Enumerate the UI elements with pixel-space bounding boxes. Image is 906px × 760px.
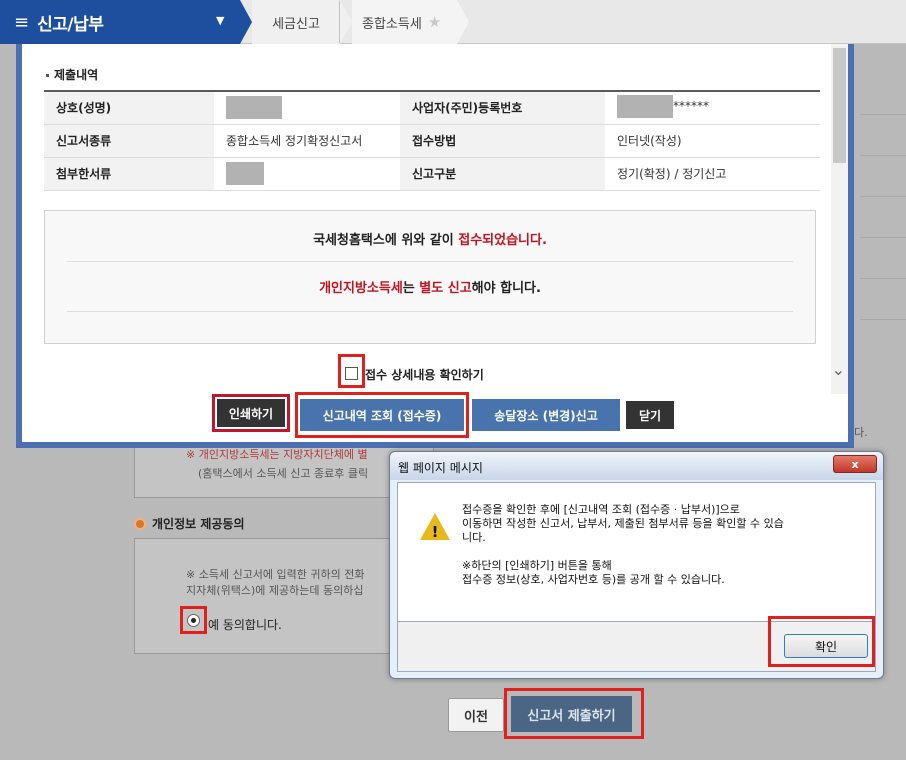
table-row: 상호(성명) 사업자(주민)등록번호 ****** bbox=[44, 91, 820, 125]
nav-arrow bbox=[240, 0, 252, 44]
notice-local-tax: 개인지방소득세는 별도 신고해야 합니다. bbox=[45, 277, 815, 296]
table-label: 상호(성명) bbox=[44, 91, 214, 125]
delivery-address-button[interactable]: 송달장소 (변경)신고 bbox=[472, 399, 620, 431]
star-icon[interactable]: ★ bbox=[428, 13, 441, 31]
modal-content: 제출내역 상호(성명) 사업자(주민)등록번호 ****** 신고서종류 종합소… bbox=[22, 44, 848, 448]
table-label: 첨부한서류 bbox=[44, 157, 214, 191]
view-receipt-button[interactable]: 신고내역 조회 (접수증) bbox=[300, 399, 464, 431]
table-value: 정기(확정) / 정기신고 bbox=[605, 157, 820, 191]
chevron-down-icon[interactable]: ⌄ bbox=[832, 360, 845, 379]
local-tax-notice-text: ※ 개인지방소득세는 지방자치단체에 별 bbox=[186, 448, 368, 461]
table-value bbox=[214, 157, 400, 191]
redacted-value bbox=[226, 162, 264, 185]
dialog-title: 웹 페이지 메시지 bbox=[398, 461, 483, 475]
nav-arrow bbox=[457, 0, 469, 44]
background-lines bbox=[860, 74, 906, 374]
breadcrumb-tax-filing[interactable]: 세금신고 bbox=[252, 0, 340, 44]
prev-button[interactable]: 이전 bbox=[448, 698, 504, 732]
table-row: 첨부한서류 신고구분 정기(확정) / 정기신고 bbox=[44, 157, 820, 191]
dialog-titlebar[interactable]: 웹 페이지 메시지 x bbox=[390, 452, 883, 480]
submission-info-table: 상호(성명) 사업자(주민)등록번호 ****** 신고서종류 종합소득세 정기… bbox=[44, 90, 820, 191]
masked-number: ****** bbox=[673, 99, 709, 114]
consent-text-line2: 지자체(위택스)에 제공하는데 동의하십 bbox=[186, 584, 364, 597]
top-navigation: ≡ 신고/납부 ▼ 세금신고 종합소득세 ★ bbox=[0, 0, 906, 44]
nav-main-title: 신고/납부 bbox=[37, 14, 104, 35]
notice-box: 국세청홈택스에 위와 같이 접수되었습니다. 개인지방소득세는 별도 신고해야 … bbox=[44, 210, 816, 344]
submission-section-title-text: 제출내역 bbox=[54, 68, 99, 82]
dialog-line: 이동하면 작성한 신고서, 납부서, 제출된 첨부서류 등을 확인할 수 있습 bbox=[462, 517, 784, 530]
dialog-line: 접수증을 확인한 후에 [신고내역 조회 (접수증 · 납부서)]으로 bbox=[462, 503, 740, 516]
table-value: 인터넷(작성) bbox=[605, 124, 820, 158]
consent-text-line1: ※ 소득세 신고서에 입력한 귀하의 전화 bbox=[186, 568, 365, 581]
notice-received-text: 국세청홈택스에 위와 같이 bbox=[313, 233, 459, 248]
table-label: 사업자(주민)등록번호 bbox=[400, 91, 605, 125]
submit-return-button[interactable]: 신고서 제출하기 bbox=[511, 696, 632, 732]
notice-received: 국세청홈택스에 위와 같이 접수되었습니다. bbox=[45, 229, 815, 248]
chevron-down-icon[interactable]: ▼ bbox=[216, 14, 224, 27]
bullet-icon bbox=[46, 74, 49, 77]
warning-icon-mark: ! bbox=[431, 523, 439, 541]
close-button[interactable]: 닫기 bbox=[626, 401, 674, 429]
notice-separate-filing-highlight: 별도 신고 bbox=[419, 281, 472, 296]
submission-result-modal: 제출내역 상호(성명) 사업자(주민)등록번호 ****** 신고서종류 종합소… bbox=[16, 44, 854, 448]
table-label: 접수방법 bbox=[400, 124, 605, 158]
consent-radio[interactable] bbox=[187, 614, 200, 627]
scroll-thumb[interactable] bbox=[833, 48, 846, 163]
detail-checkbox-label[interactable]: 접수 상세내용 확인하기 bbox=[365, 366, 484, 383]
consent-radio-label[interactable]: 예 동의합니다. bbox=[208, 616, 282, 633]
local-tax-hint-text: (홈택스에서 소득세 신고 종료후 클릭 bbox=[198, 467, 369, 480]
divider bbox=[67, 311, 793, 312]
background-text-fragment: 다. bbox=[854, 426, 868, 439]
table-label: 신고구분 bbox=[400, 157, 605, 191]
dialog-line: 접수증 정보(상호, 사업자번호 등)를 공개 할 수 있습니다. bbox=[462, 573, 725, 586]
privacy-consent-title: 개인정보 제공동의 bbox=[152, 517, 245, 531]
close-icon[interactable]: x bbox=[833, 455, 877, 473]
dialog-line: ※하단의 [인쇄하기] 버튼을 통해 bbox=[462, 559, 612, 572]
redacted-value bbox=[226, 96, 282, 120]
print-button[interactable]: 인쇄하기 bbox=[217, 399, 285, 427]
breadcrumb-income-tax[interactable]: 종합소득세 ★ bbox=[352, 0, 457, 44]
dialog-message: 접수증을 확인한 후에 [신고내역 조회 (접수증 · 납부서)]으로 이동하면… bbox=[462, 503, 784, 587]
redacted-value bbox=[617, 94, 673, 118]
nav-main-menu[interactable]: ≡ 신고/납부 ▼ bbox=[0, 0, 240, 44]
modal-scrollbar[interactable] bbox=[831, 44, 848, 394]
privacy-consent-heading: 개인정보 제공동의 bbox=[134, 515, 245, 532]
notice-received-highlight: 접수되었습니다. bbox=[458, 233, 547, 248]
notice-local-tax-highlight: 개인지방소득세 bbox=[319, 281, 403, 296]
table-value: 종합소득세 정기확정신고서 bbox=[214, 124, 400, 158]
detail-checkbox[interactable] bbox=[345, 367, 358, 380]
table-value: ****** bbox=[605, 91, 820, 125]
ok-button[interactable]: 확인 bbox=[784, 634, 868, 658]
notice-local-tax-text: 는 bbox=[402, 281, 420, 296]
table-row: 신고서종류 종합소득세 정기확정신고서 접수방법 인터넷(작성) bbox=[44, 124, 820, 158]
web-page-message-dialog: 웹 페이지 메시지 x ! 접수증을 확인한 후에 [신고내역 조회 (접수증 … bbox=[389, 451, 884, 679]
table-value bbox=[214, 91, 400, 125]
nav-arrow bbox=[340, 0, 352, 44]
dialog-line: 니다. bbox=[462, 531, 486, 544]
bullet-icon bbox=[134, 517, 146, 530]
divider bbox=[67, 261, 793, 262]
hamburger-icon[interactable]: ≡ bbox=[14, 12, 29, 33]
notice-local-tax-suffix: 해야 합니다. bbox=[471, 281, 541, 296]
breadcrumb-income-tax-label: 종합소득세 bbox=[362, 16, 422, 32]
dialog-body: ! 접수증을 확인한 후에 [신고내역 조회 (접수증 · 납부서)]으로 이동… bbox=[397, 482, 876, 622]
table-label: 신고서종류 bbox=[44, 124, 214, 158]
submission-section-title: 제출내역 bbox=[46, 66, 98, 83]
